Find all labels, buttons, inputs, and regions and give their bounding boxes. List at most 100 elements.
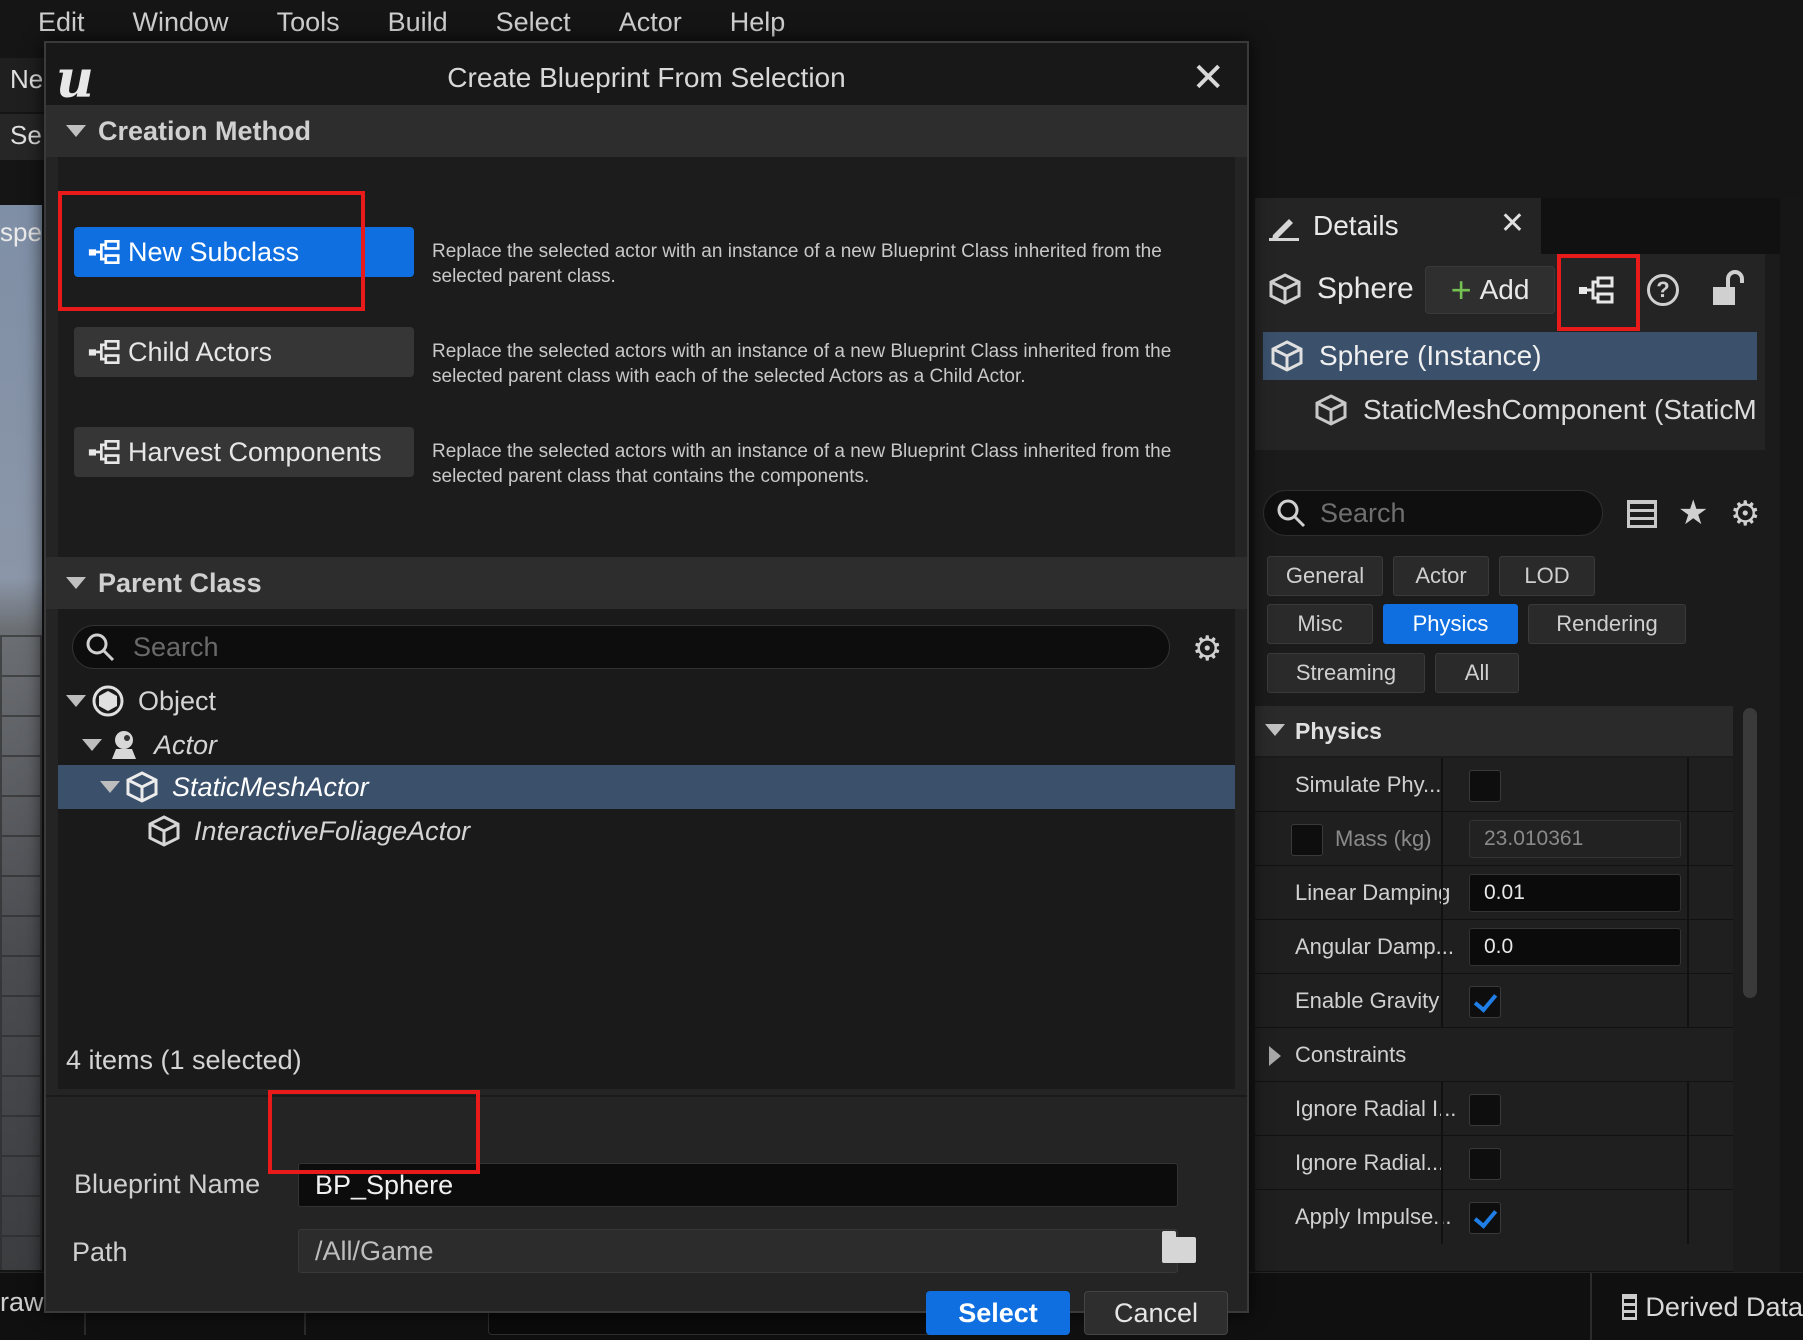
enable-gravity-checkbox[interactable] bbox=[1469, 986, 1501, 1018]
tree-item-label: Object bbox=[138, 685, 217, 716]
collapse-arrow-icon bbox=[66, 577, 86, 589]
parent-class-picker: Search ⚙ Object Actor StaticMeshActor In… bbox=[58, 609, 1235, 1089]
blueprint-name-input[interactable]: BP_Sphere bbox=[298, 1163, 1178, 1207]
property-label: Simulate Phy... bbox=[1295, 772, 1442, 797]
gear-icon[interactable]: ⚙ bbox=[1730, 494, 1760, 534]
tree-item-actor[interactable]: Actor bbox=[58, 723, 1235, 767]
menu-edit[interactable]: Edit bbox=[38, 7, 85, 38]
folder-icon[interactable] bbox=[1162, 1231, 1196, 1263]
property-label: Angular Damp... bbox=[1295, 934, 1454, 959]
property-row: Ignore Radial... bbox=[1255, 1136, 1733, 1190]
details-scrollbar[interactable] bbox=[1743, 708, 1757, 998]
divider bbox=[1687, 812, 1689, 866]
creation-method-list: New Subclass Replace the selected actor … bbox=[58, 157, 1235, 557]
apply-impulse-checkbox[interactable] bbox=[1469, 1202, 1501, 1234]
ignore-radial-force-checkbox[interactable] bbox=[1469, 1148, 1501, 1180]
help-icon[interactable]: ? bbox=[1647, 274, 1679, 306]
divider bbox=[1441, 920, 1443, 974]
divider bbox=[1687, 1136, 1689, 1190]
blueprint-icon bbox=[88, 240, 120, 264]
filter-lod[interactable]: LOD bbox=[1499, 556, 1595, 596]
parent-class-header[interactable]: Parent Class bbox=[46, 557, 1247, 609]
static-mesh-component-row[interactable]: StaticMeshComponent (StaticM bbox=[1315, 386, 1757, 434]
tree-item-object[interactable]: Object bbox=[58, 679, 1235, 723]
simulate-physics-checkbox[interactable] bbox=[1469, 770, 1501, 802]
level-viewport[interactable]: spec bbox=[0, 205, 42, 1270]
mass-input[interactable]: 23.010361 bbox=[1469, 820, 1681, 858]
menu-window[interactable]: Window bbox=[133, 7, 229, 38]
new-subclass-label: New Subclass bbox=[128, 236, 300, 267]
filter-streaming[interactable]: Streaming bbox=[1267, 653, 1425, 693]
divider bbox=[1687, 866, 1689, 920]
right-edge-panel bbox=[1780, 198, 1803, 1272]
property-row: Linear Damping 0.01 bbox=[1255, 866, 1733, 920]
filter-general[interactable]: General bbox=[1267, 556, 1383, 596]
tree-item-staticmeshactor[interactable]: StaticMeshActor bbox=[58, 765, 1235, 809]
menu-select[interactable]: Select bbox=[496, 7, 571, 38]
property-row: Angular Damp... 0.0 bbox=[1255, 920, 1733, 974]
static-mesh-component-label: StaticMeshComponent (StaticM bbox=[1363, 394, 1757, 425]
property-row: Ignore Radial I... bbox=[1255, 1082, 1733, 1136]
details-search-input[interactable]: Search bbox=[1263, 490, 1603, 536]
add-component-button[interactable]: + Add bbox=[1425, 266, 1555, 314]
collapse-arrow-icon bbox=[1265, 724, 1285, 736]
menu-help[interactable]: Help bbox=[730, 7, 786, 38]
details-search-placeholder: Search bbox=[1320, 497, 1406, 528]
unlock-icon[interactable] bbox=[1710, 270, 1744, 308]
cancel-button[interactable]: Cancel bbox=[1084, 1291, 1228, 1335]
creation-method-header[interactable]: Creation Method bbox=[46, 105, 1247, 157]
divider bbox=[1687, 758, 1689, 812]
menu-build[interactable]: Build bbox=[388, 7, 448, 38]
select-button[interactable]: Select bbox=[926, 1291, 1070, 1335]
blueprint-button[interactable] bbox=[1570, 264, 1622, 316]
tree-item-interactivefoliageactor[interactable]: InteractiveFoliageActor bbox=[58, 809, 1235, 853]
dialog-footer: Blueprint Name BP_Sphere Path /All/Game … bbox=[46, 1095, 1247, 1335]
filter-physics[interactable]: Physics bbox=[1383, 604, 1518, 644]
path-input[interactable]: /All/Game bbox=[298, 1229, 1178, 1273]
physics-category-header[interactable]: Physics bbox=[1255, 706, 1733, 756]
property-row: Simulate Phy... bbox=[1255, 758, 1733, 812]
object-icon bbox=[92, 685, 124, 717]
background-tab[interactable]: Ne bbox=[0, 58, 44, 112]
search-icon bbox=[1277, 499, 1306, 528]
pencil-icon bbox=[1269, 219, 1299, 241]
angular-damping-input[interactable]: 0.0 bbox=[1469, 928, 1681, 966]
new-subclass-button[interactable]: New Subclass bbox=[74, 227, 414, 277]
collapse-arrow-icon bbox=[66, 125, 86, 137]
filter-all[interactable]: All bbox=[1435, 653, 1519, 693]
ignore-radial-impulse-checkbox[interactable] bbox=[1469, 1094, 1501, 1126]
linear-damping-input[interactable]: 0.01 bbox=[1469, 874, 1681, 912]
menu-bar: Edit Window Tools Build Select Actor Hel… bbox=[0, 0, 1803, 44]
star-icon[interactable]: ★ bbox=[1678, 493, 1708, 533]
child-actors-button[interactable]: Child Actors bbox=[74, 327, 414, 377]
property-label: Ignore Radial I... bbox=[1295, 1096, 1457, 1121]
menu-tools[interactable]: Tools bbox=[277, 7, 340, 38]
viewport-label: spec bbox=[0, 217, 42, 247]
mass-override-checkbox[interactable] bbox=[1291, 824, 1323, 856]
blueprint-icon bbox=[88, 439, 120, 464]
creation-method-title: Creation Method bbox=[98, 115, 311, 146]
background-tab-2[interactable]: Se bbox=[0, 114, 44, 160]
gear-icon[interactable]: ⚙ bbox=[1192, 629, 1222, 669]
derived-data-button[interactable]: Derived Data bbox=[1590, 1273, 1803, 1340]
filter-actor[interactable]: Actor bbox=[1393, 556, 1489, 596]
property-label: Apply Impulse... bbox=[1295, 1204, 1452, 1229]
details-tab[interactable]: Details ✕ bbox=[1255, 198, 1541, 254]
harvest-components-button[interactable]: Harvest Components bbox=[74, 427, 414, 477]
add-label: Add bbox=[1479, 274, 1530, 305]
close-icon[interactable]: ✕ bbox=[1500, 206, 1525, 241]
property-row: Mass (kg) 23.010361 bbox=[1255, 812, 1733, 866]
divider bbox=[1441, 1190, 1443, 1244]
component-instance-label: Sphere (Instance) bbox=[1319, 340, 1542, 371]
class-search-input[interactable]: Search bbox=[72, 625, 1170, 669]
constraints-group-row[interactable]: Constraints bbox=[1255, 1028, 1733, 1082]
parent-class-title: Parent Class bbox=[98, 567, 262, 598]
close-icon[interactable]: ✕ bbox=[1191, 55, 1225, 101]
blueprint-icon bbox=[88, 339, 120, 364]
component-instance-row[interactable]: Sphere (Instance) bbox=[1263, 332, 1757, 380]
filter-misc[interactable]: Misc bbox=[1267, 604, 1373, 644]
filter-rendering[interactable]: Rendering bbox=[1528, 604, 1686, 644]
plus-icon: + bbox=[1450, 269, 1472, 310]
menu-actor[interactable]: Actor bbox=[619, 7, 682, 38]
table-view-icon[interactable] bbox=[1627, 500, 1657, 528]
